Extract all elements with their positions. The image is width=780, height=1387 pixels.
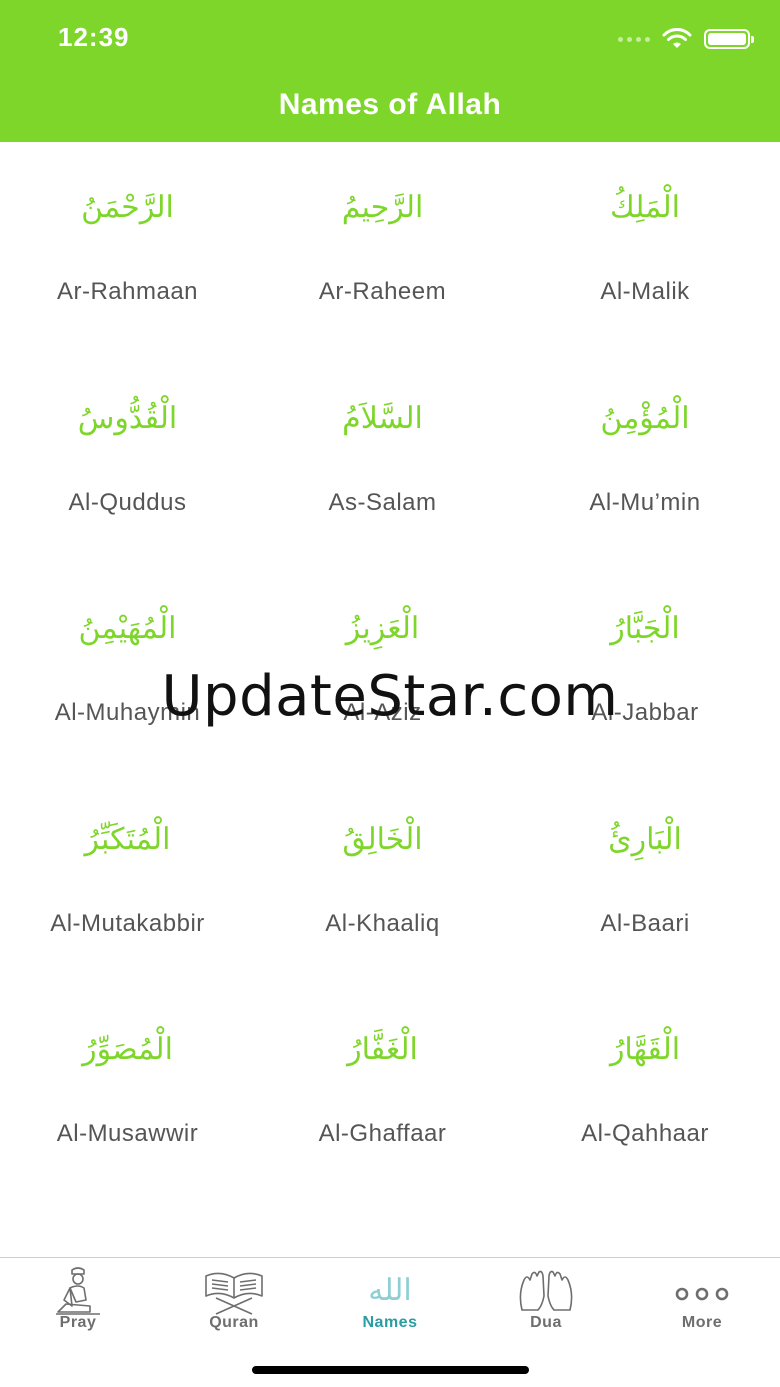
quran-icon	[205, 1272, 263, 1315]
name-arabic: الرَّحْمَنُ	[81, 190, 174, 225]
home-indicator	[252, 1366, 529, 1374]
tab-label: More	[681, 1314, 723, 1331]
name-item-al-baari[interactable]: الْبَارِئُ Al-Baari	[510, 774, 780, 985]
wifi-icon	[662, 28, 692, 48]
name-transliteration: Ar-Raheem	[318, 278, 447, 305]
name-item-al-mutakabbir[interactable]: الْمُتَكَبِّرُ Al-Mutakabbir	[0, 774, 255, 985]
signal-icon	[618, 36, 650, 42]
name-arabic: الْمُهَيْمِنُ	[78, 611, 177, 646]
name-transliteration: Al-Musawwir	[56, 1120, 199, 1147]
name-item-al-khaaliq[interactable]: الْخَالِقُ Al-Khaaliq	[255, 774, 510, 985]
name-item-al-aziz[interactable]: الْعَزِيزُ Al-Aziz	[255, 563, 510, 774]
name-arabic: الْمُؤْمِنُ	[600, 400, 690, 436]
name-transliteration: Al-Qahhaar	[581, 1120, 709, 1147]
name-item-al-muhaymin[interactable]: الْمُهَيْمِنُ Al-Muhaymin	[0, 563, 255, 774]
name-arabic: الْمُصَوِّرُ	[82, 1032, 173, 1067]
name-item-al-malik[interactable]: الْمَلِكُ Al-Malik	[510, 142, 780, 353]
name-arabic: الْغَفَّارُ	[347, 1032, 418, 1067]
name-item-al-ghaffaar[interactable]: الْغَفَّارُ Al-Ghaffaar	[255, 984, 510, 1195]
battery-icon	[704, 29, 754, 49]
name-arabic: الْخَالِقُ	[342, 821, 423, 857]
names-grid: الرَّحْمَنُ Ar-Rahmaan الرَّحِيمُ Ar-Rah…	[0, 142, 780, 1195]
names-allah-icon: الله	[368, 1273, 412, 1308]
name-transliteration: Al-Muhaymin	[54, 699, 201, 726]
name-transliteration: Al-Baari	[600, 909, 690, 937]
name-arabic: الْبَارِئُ	[608, 821, 682, 857]
name-transliteration: Al-Aziz	[343, 699, 422, 726]
name-arabic: الْقَهَّارُ	[609, 1032, 681, 1067]
name-arabic: الْجَبَّارُ	[610, 611, 680, 646]
name-transliteration: Al-Quddus	[68, 488, 187, 516]
status-time: 12:39	[58, 22, 130, 52]
name-transliteration: Ar-Rahmaan	[56, 278, 199, 305]
name-item-al-jabbar[interactable]: الْجَبَّارُ Al-Jabbar	[510, 563, 780, 774]
name-arabic: الْعَزِيزُ	[345, 611, 420, 646]
name-item-al-musawwir[interactable]: الْمُصَوِّرُ Al-Musawwir	[0, 984, 255, 1195]
name-transliteration: Al-Mu’min	[589, 488, 701, 516]
dua-hands-icon	[519, 1270, 573, 1311]
name-transliteration: Al-Mutakabbir	[50, 909, 205, 937]
tab-pray[interactable]: Pray	[0, 1258, 156, 1387]
name-arabic: الرَّحِيمُ	[341, 190, 424, 225]
more-dots-icon	[675, 1287, 729, 1301]
name-arabic: الْمَلِكُ	[609, 190, 681, 225]
name-item-as-salam[interactable]: السَّلاَمُ As-Salam	[255, 353, 510, 564]
tab-label: Dua	[530, 1314, 562, 1331]
name-item-ar-rahmaan[interactable]: الرَّحْمَنُ Ar-Rahmaan	[0, 142, 255, 353]
nav-header: 12:39 Names of Allah	[0, 0, 780, 142]
name-arabic: الْقُدُّوسُ	[77, 400, 178, 436]
name-item-ar-raheem[interactable]: الرَّحِيمُ Ar-Raheem	[255, 142, 510, 353]
status-indicators	[618, 24, 754, 54]
tab-label: Names	[362, 1314, 418, 1331]
name-transliteration: Al-Malik	[600, 278, 690, 305]
name-transliteration: As-Salam	[328, 488, 437, 516]
tab-label: Quran	[209, 1314, 259, 1331]
name-item-al-qahhaar[interactable]: الْقَهَّارُ Al-Qahhaar	[510, 984, 780, 1195]
name-arabic: الْمُتَكَبِّرُ	[84, 821, 171, 857]
page-title: Names of Allah	[278, 88, 502, 121]
name-transliteration: Al-Ghaffaar	[318, 1120, 447, 1147]
name-transliteration: Al-Jabbar	[591, 699, 699, 726]
name-item-al-mumin[interactable]: الْمُؤْمِنُ Al-Mu’min	[510, 353, 780, 564]
pray-icon	[56, 1267, 100, 1315]
name-arabic: السَّلاَمُ	[342, 400, 423, 436]
name-item-al-quddus[interactable]: الْقُدُّوسُ Al-Quddus	[0, 353, 255, 564]
name-transliteration: Al-Khaaliq	[325, 909, 440, 937]
tab-more[interactable]: More	[624, 1258, 780, 1387]
tab-label: Pray	[59, 1314, 97, 1331]
